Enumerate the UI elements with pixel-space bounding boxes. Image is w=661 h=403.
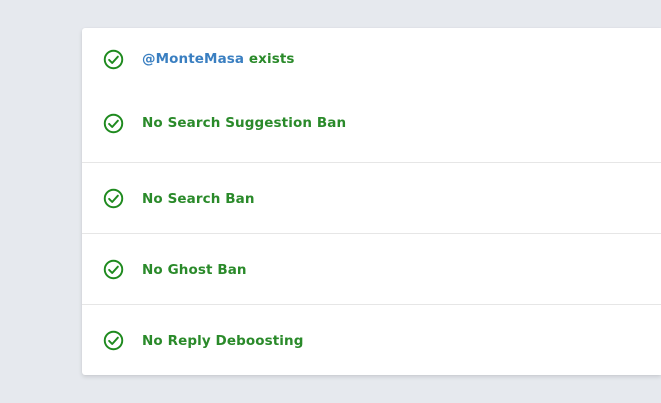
result-row-reply-deboosting: No Reply Deboosting — [82, 304, 661, 376]
result-label: No Search Ban — [142, 190, 255, 207]
results-card: @MonteMasa exists No Search Suggestion B… — [82, 28, 661, 375]
results-section-top: @MonteMasa exists No Search Suggestion B… — [82, 28, 661, 158]
account-exists-row: @MonteMasa exists — [82, 43, 661, 75]
result-label: No Search Suggestion Ban — [142, 115, 347, 131]
check-circle-icon — [103, 259, 124, 280]
account-handle-link[interactable]: @MonteMasa — [142, 51, 244, 67]
check-circle-icon — [103, 330, 124, 351]
account-exists-label: @MonteMasa exists — [142, 51, 295, 67]
result-label: No Ghost Ban — [142, 261, 247, 278]
result-row-search-ban: No Search Ban — [82, 162, 661, 234]
result-row-ghost-ban: No Ghost Ban — [82, 233, 661, 305]
account-exists-suffix: exists — [244, 51, 295, 67]
result-label: No Reply Deboosting — [142, 332, 304, 349]
check-circle-icon — [103, 113, 124, 133]
result-row-search-suggestion-ban: No Search Suggestion Ban — [82, 107, 661, 139]
check-circle-icon — [103, 49, 124, 69]
check-circle-icon — [103, 188, 124, 209]
